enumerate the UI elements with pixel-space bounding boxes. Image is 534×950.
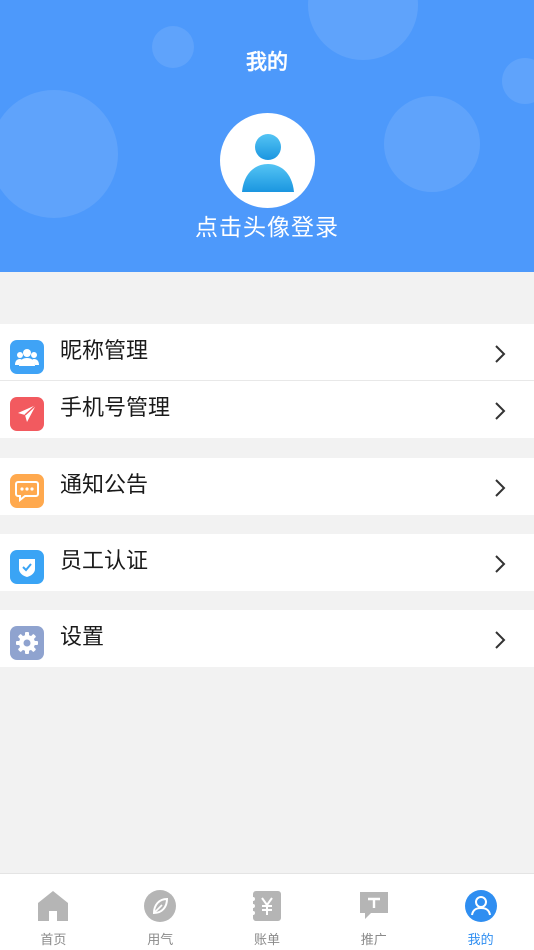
default-user-icon bbox=[241, 133, 294, 192]
tab-label: 首页 bbox=[40, 933, 67, 948]
page-title: 我的 bbox=[246, 50, 288, 74]
decor-bubble bbox=[384, 96, 480, 192]
login-prompt[interactable]: 点击头像登录 bbox=[0, 208, 534, 242]
menu-group-staff: 员工认证 bbox=[0, 534, 534, 591]
avatar-login-button[interactable] bbox=[220, 113, 315, 208]
chevron-right-icon bbox=[495, 479, 506, 497]
menu-item-label: 员工认证 bbox=[60, 549, 149, 574]
menu-group-notice: 通知公告 bbox=[0, 458, 534, 515]
paper-plane-icon bbox=[10, 397, 44, 431]
chevron-right-icon bbox=[495, 345, 506, 363]
tab-label: 用气 bbox=[147, 933, 174, 948]
promo-message-icon bbox=[356, 888, 392, 924]
tab-label: 推广 bbox=[360, 933, 387, 948]
chat-bubble-icon bbox=[10, 474, 44, 508]
tab-promotion[interactable]: 推广 bbox=[320, 874, 427, 950]
menu-item-settings[interactable]: 设置 bbox=[0, 610, 534, 667]
shield-check-icon bbox=[10, 550, 44, 584]
home-icon bbox=[35, 888, 71, 924]
bottom-tab-bar: 首页 用气 账单 推广 我的 bbox=[0, 873, 534, 950]
menu-group-account: 昵称管理 手机号管理 bbox=[0, 324, 534, 438]
compass-leaf-icon bbox=[142, 888, 178, 924]
menu-item-label: 设置 bbox=[60, 625, 105, 650]
menu-item-label: 通知公告 bbox=[60, 473, 149, 498]
tab-label: 我的 bbox=[467, 933, 494, 948]
tab-bill[interactable]: 账单 bbox=[214, 874, 321, 950]
chevron-right-icon bbox=[495, 555, 506, 573]
user-circle-icon bbox=[463, 888, 499, 924]
menu-item-label: 手机号管理 bbox=[60, 396, 171, 421]
bill-yen-icon bbox=[249, 888, 285, 924]
tab-mine[interactable]: 我的 bbox=[427, 874, 534, 950]
menu-item-nickname[interactable]: 昵称管理 bbox=[0, 324, 534, 381]
menu-item-staff-auth[interactable]: 员工认证 bbox=[0, 534, 534, 591]
chevron-right-icon bbox=[495, 631, 506, 649]
users-icon bbox=[10, 340, 44, 374]
tab-home[interactable]: 首页 bbox=[0, 874, 107, 950]
menu-item-label: 昵称管理 bbox=[60, 339, 149, 364]
decor-bubble bbox=[0, 90, 118, 218]
menu-item-phone[interactable]: 手机号管理 bbox=[0, 381, 534, 438]
menu-group-settings: 设置 bbox=[0, 610, 534, 667]
menu-item-notice[interactable]: 通知公告 bbox=[0, 458, 534, 515]
chevron-right-icon bbox=[495, 402, 506, 420]
gear-icon bbox=[10, 626, 44, 660]
tab-gas-usage[interactable]: 用气 bbox=[107, 874, 214, 950]
tab-label: 账单 bbox=[253, 933, 280, 948]
profile-header: 我的 点击头像登录 bbox=[0, 0, 534, 272]
